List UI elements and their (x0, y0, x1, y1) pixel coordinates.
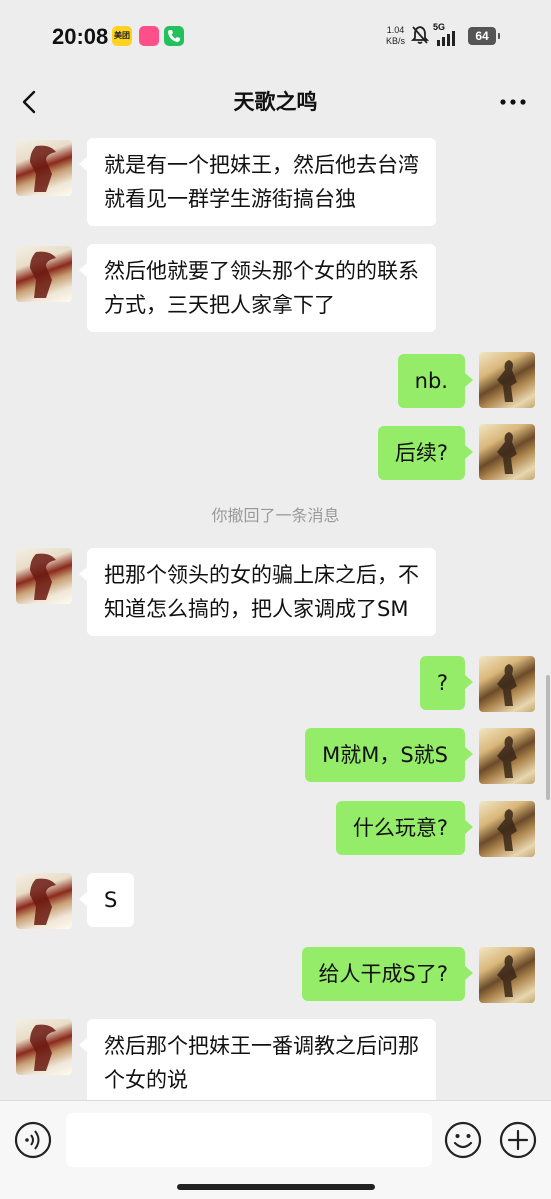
nav-bar: 天歌之鸣 (0, 74, 551, 130)
avatar-other[interactable] (16, 246, 72, 302)
avatar-other[interactable] (16, 873, 72, 929)
scrollbar[interactable] (546, 675, 550, 800)
recalled-message-notice: 你撤回了一条消息 (211, 506, 340, 525)
meituan-app-icon: 美团 (112, 26, 132, 46)
avatar-other[interactable] (16, 1019, 72, 1075)
message-bubble-received[interactable]: 就是有一个把妹王，然后他去台湾 就看见一群学生游街搞台独 (79, 138, 436, 226)
message-bubble-sent[interactable]: ? (419, 656, 474, 710)
avatar-figure (30, 145, 56, 192)
avatar-figure (497, 360, 517, 402)
avatar-self[interactable] (479, 424, 535, 480)
voice-icon[interactable] (14, 1121, 52, 1159)
emoji-icon[interactable] (444, 1121, 482, 1159)
bell-mute-icon (411, 26, 429, 44)
message-line: 知道怎么搞的，把人家调成了SM (104, 597, 409, 621)
chat-area[interactable]: 就是有一个把妹王，然后他去台湾 就看见一群学生游街搞台独 然后他就要了领头那个女… (0, 130, 551, 1100)
status-time: 20:08 (52, 24, 109, 49)
message-line: 给人干成S了? (318, 962, 448, 986)
avatar-self[interactable] (479, 801, 535, 857)
avatar-other[interactable] (16, 548, 72, 604)
avatar-figure (30, 251, 56, 298)
home-indicator[interactable] (177, 1184, 375, 1190)
message-bubble-sent[interactable]: 给人干成S了? (301, 947, 474, 1001)
battery-icon: 64 (468, 27, 500, 45)
message-bubble-received[interactable]: 把那个领头的女的骗上床之后，不 知道怎么搞的，把人家调成了SM (79, 548, 436, 636)
avatar-figure (30, 878, 56, 925)
avatar-other[interactable] (16, 140, 72, 196)
message-line: 个女的说 (104, 1068, 188, 1092)
music-app-icon (139, 26, 159, 46)
message-bubble-sent[interactable]: 后续? (377, 426, 474, 480)
message-input[interactable] (66, 1113, 432, 1167)
message-line: 就是有一个把妹王，然后他去台湾 (104, 153, 419, 177)
status-bar: 20:08 美团 1.04 KB/s 5G 64 (0, 0, 551, 74)
message-line: S (104, 888, 118, 912)
avatar-figure (497, 432, 517, 474)
avatar-self[interactable] (479, 947, 535, 1003)
avatar-figure (497, 955, 517, 997)
plus-icon[interactable] (499, 1121, 537, 1159)
avatar-figure (30, 553, 56, 600)
network-speed-value: 1.04 (386, 25, 405, 35)
message-line: 把那个领头的女的骗上床之后，不 (104, 563, 419, 587)
message-line: 就看见一群学生游街搞台独 (104, 187, 356, 211)
message-line: 后续? (394, 441, 448, 465)
avatar-figure (497, 736, 517, 778)
avatar-self[interactable] (479, 656, 535, 712)
avatar-self[interactable] (479, 352, 535, 408)
message-bubble-sent[interactable]: 什么玩意? (335, 801, 474, 855)
message-line: 然后那个把妹王一番调教之后问那 (104, 1034, 419, 1058)
message-line: nb. (414, 369, 448, 393)
message-bubble-received[interactable]: 然后他就要了领头那个女的的联系 方式，三天把人家拿下了 (79, 244, 436, 332)
message-line: 什么玩意? (352, 816, 448, 840)
more-icon[interactable] (498, 88, 528, 116)
message-bubble-received[interactable]: 然后那个把妹王一番调教之后问那 个女的说 (79, 1019, 436, 1100)
avatar-figure (497, 664, 517, 706)
phone-app-icon (164, 26, 184, 46)
signal-icon: 5G (433, 22, 463, 46)
message-bubble-sent[interactable]: M就M，S就S (305, 728, 473, 782)
network-speed: 1.04 KB/s (386, 25, 405, 47)
message-bubble-sent[interactable]: nb. (397, 354, 474, 408)
chat-title: 天歌之鸣 (233, 90, 318, 114)
avatar-figure (497, 809, 517, 851)
message-line: M就M，S就S (322, 743, 448, 767)
message-line: 方式，三天把人家拿下了 (104, 293, 335, 317)
message-line: 然后他就要了领头那个女的的联系 (104, 259, 419, 283)
avatar-self[interactable] (479, 728, 535, 784)
message-bubble-received[interactable]: S (78, 873, 135, 927)
network-speed-unit: KB/s (386, 36, 406, 46)
message-line: ? (436, 671, 448, 695)
avatar-figure (30, 1024, 56, 1071)
